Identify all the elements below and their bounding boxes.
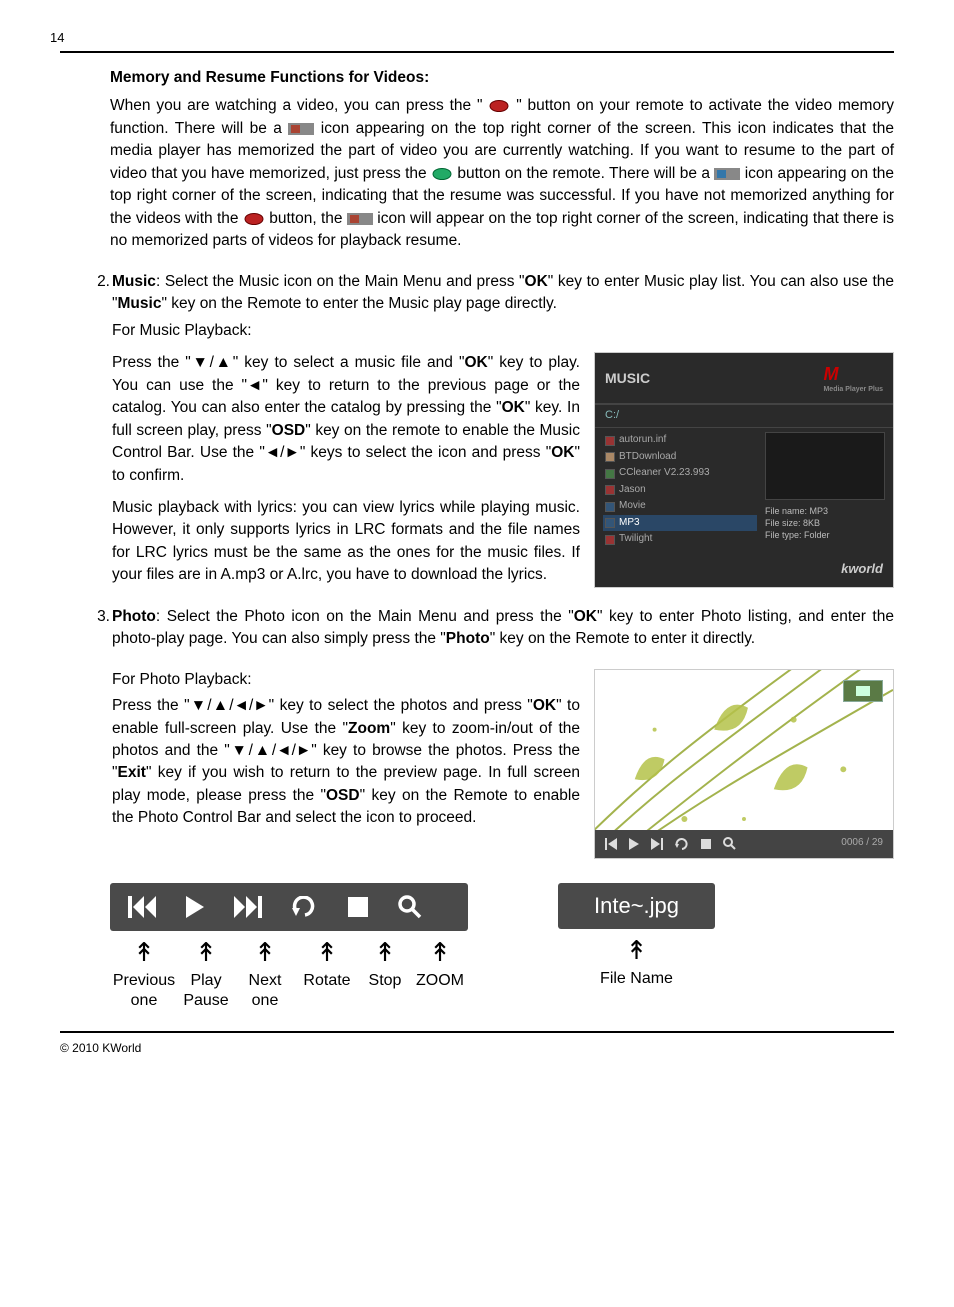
page-number: 14	[50, 30, 894, 45]
zoom-icon	[398, 895, 422, 919]
stop-icon	[701, 839, 711, 849]
up-arrow-icon: ↟	[254, 939, 276, 965]
footer-copyright: © 2010 KWorld	[60, 1041, 894, 1055]
ctrl-label-rotate: Rotate	[303, 971, 350, 991]
ctrl-label-filename: File Name	[600, 969, 673, 989]
play-icon	[186, 896, 204, 918]
music-preview-pane	[765, 432, 885, 500]
music-breadcrumb: C:/	[595, 405, 893, 428]
resume-rect-icon	[714, 168, 740, 180]
up-arrow-icon: ↟	[626, 937, 648, 963]
play-icon	[629, 838, 639, 850]
photo-screenshot: 0006 / 29	[594, 669, 894, 859]
up-arrow-icon: ↟	[429, 939, 451, 965]
photo-pause-badge	[843, 680, 883, 702]
up-arrow-icon: ↟	[195, 939, 217, 965]
music-meta-size: File size: 8KB	[765, 518, 885, 530]
photo-intro: Photo: Select the Photo icon on the Main…	[112, 606, 894, 651]
rotate-icon	[675, 838, 689, 850]
nomem-rect-icon	[347, 213, 373, 225]
control-bar-filename: Inte~.jpg	[558, 883, 715, 929]
ctrl-label-next: Nextone	[249, 971, 282, 1011]
music-shot-title: MUSIC	[605, 368, 650, 388]
rotate-icon	[292, 896, 318, 918]
ctrl-label-play: PlayPause	[183, 971, 228, 1011]
music-lyrics-p: Music playback with lyrics: you can view…	[112, 497, 580, 587]
photo-counter: 0006 / 29	[841, 836, 883, 851]
next-icon	[651, 838, 663, 850]
ctrl-label-zoom: ZOOM	[416, 971, 464, 991]
next-track-icon	[234, 896, 262, 918]
music-screenshot: MUSIC MMedia Player Plus C:/ autorun.inf…	[594, 352, 894, 588]
music-brand: kworld	[595, 556, 893, 587]
ctrl-label-stop: Stop	[369, 971, 402, 991]
memory-rect-icon	[288, 123, 314, 135]
music-intro: Music: Select the Music icon on the Main…	[112, 271, 894, 316]
rule-top	[60, 51, 894, 53]
control-bar-left	[110, 883, 468, 931]
list-number-2: 2.	[88, 271, 110, 293]
prev-icon	[605, 838, 617, 850]
zoom-icon	[723, 837, 736, 850]
photo-playback-p: Press the "▼/▲/◄/►" key to select the ph…	[112, 695, 580, 830]
list-number-3: 3.	[88, 606, 110, 628]
music-meta-type: File type: Folder	[765, 530, 885, 542]
music-playback-p1: Press the "▼/▲" key to select a music fi…	[112, 352, 580, 487]
up-arrow-icon: ↟	[374, 939, 396, 965]
music-file-list: autorun.inf BTDownload CCleaner V2.23.99…	[603, 432, 757, 548]
remote-red-button-icon-2	[243, 212, 265, 226]
stop-icon	[348, 897, 368, 917]
photo-for-playback: For Photo Playback:	[112, 669, 580, 691]
remote-green-button-icon	[431, 167, 453, 181]
m-logo-icon: M	[823, 364, 838, 384]
up-arrow-icon: ↟	[316, 939, 338, 965]
rule-bottom	[60, 1031, 894, 1033]
memory-paragraph: When you are watching a video, you can p…	[110, 95, 894, 252]
control-bar-diagram: ↟ Previousone ↟ PlayPause ↟ Nextone ↟ Ro…	[110, 883, 884, 1011]
music-meta-name: File name: MP3	[765, 506, 885, 518]
remote-red-button-icon	[488, 99, 510, 113]
up-arrow-icon: ↟	[133, 939, 155, 965]
memory-heading: Memory and Resume Functions for Videos:	[110, 67, 894, 89]
ctrl-label-prev: Previousone	[113, 971, 175, 1011]
prev-track-icon	[128, 896, 156, 918]
music-for-playback: For Music Playback:	[112, 320, 894, 342]
